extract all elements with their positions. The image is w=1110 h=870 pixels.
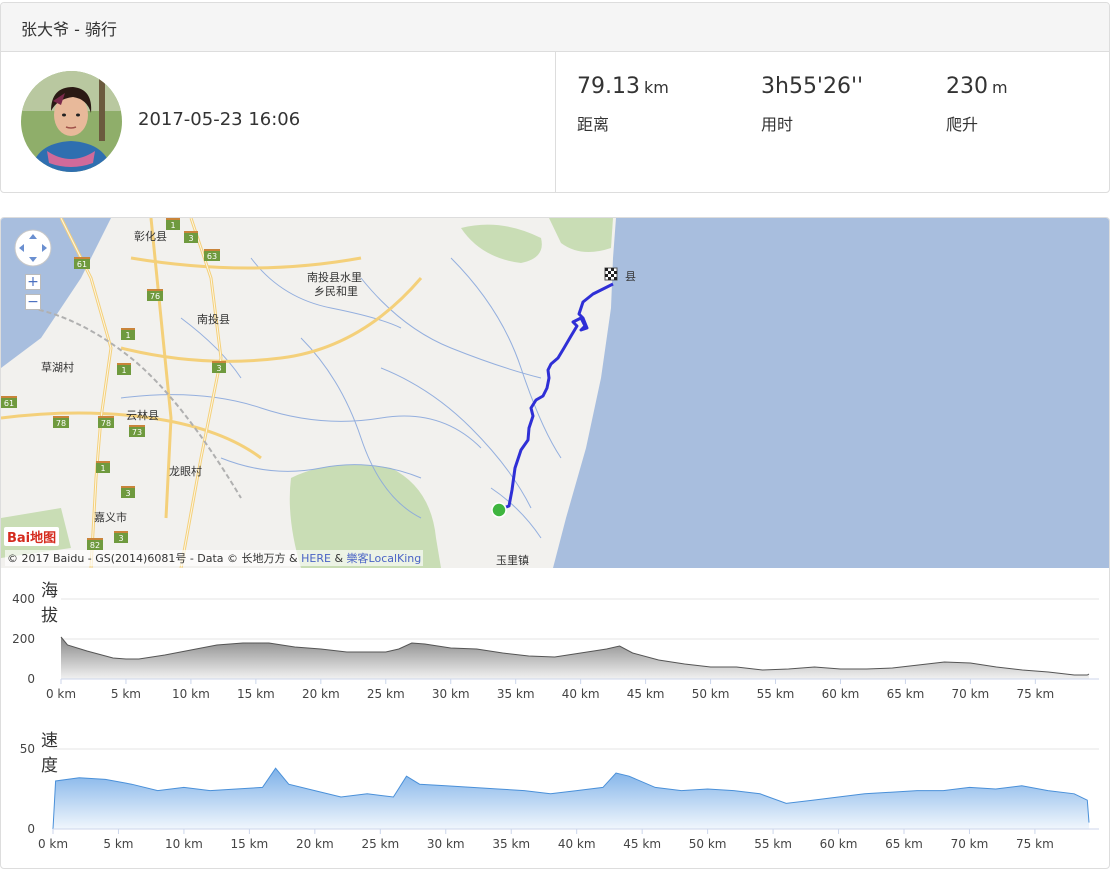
map-label: 嘉义市 bbox=[94, 511, 127, 524]
avatar[interactable] bbox=[21, 71, 122, 172]
map-label: 县 bbox=[625, 270, 636, 283]
map-label: 乡民和里 bbox=[314, 285, 358, 298]
map-label: 草湖村 bbox=[41, 361, 74, 374]
x-tick-label: 20 km bbox=[302, 687, 340, 701]
x-tick-label: 55 km bbox=[757, 687, 795, 701]
stat-climb-label: 爬升 bbox=[946, 115, 979, 134]
x-tick-label: 35 km bbox=[492, 837, 530, 851]
stat-distance-label: 距离 bbox=[577, 115, 610, 134]
road-shield: 61 bbox=[74, 257, 90, 269]
map-label: 彰化县 bbox=[134, 230, 167, 243]
road-shield: 1 bbox=[117, 363, 131, 375]
zoom-out-button[interactable]: − bbox=[25, 294, 41, 310]
y-tick-label: 50 bbox=[20, 742, 35, 756]
attribution-amp: & bbox=[334, 552, 344, 565]
map-label: 玉里镇 bbox=[496, 554, 529, 567]
stat-distance: 79.13 km 距离 bbox=[577, 74, 669, 135]
y-tick-label: 200 bbox=[12, 632, 35, 646]
road-shield: 3 bbox=[114, 531, 128, 543]
stat-duration-value: 3h55'26'' bbox=[761, 74, 864, 99]
baidu-logo: Bai地图 bbox=[4, 527, 60, 546]
road-shield: 1 bbox=[166, 218, 180, 230]
map-label: 云林县 bbox=[126, 409, 159, 422]
activity-datetime: 2017-05-23 16:06 bbox=[138, 109, 301, 130]
here-link[interactable]: HERE bbox=[301, 552, 331, 565]
route-map[interactable]: 彰化县 南投县水里 乡民和里 南投县 草湖村 云林县 龙眼村 嘉义市 玉里镇 县… bbox=[1, 218, 1109, 568]
x-tick-label: 70 km bbox=[951, 837, 989, 851]
road-shield: 1 bbox=[96, 461, 110, 473]
localking-link[interactable]: 樂客LocalKing bbox=[347, 552, 422, 565]
activity-title: 张大爷 - 骑行 bbox=[1, 3, 1109, 52]
road-shield: 3 bbox=[121, 486, 135, 498]
x-tick-label: 20 km bbox=[296, 837, 334, 851]
map-canvas bbox=[1, 218, 1109, 568]
x-tick-label: 50 km bbox=[689, 837, 727, 851]
map-label: 龙眼村 bbox=[169, 465, 202, 478]
x-tick-label: 55 km bbox=[754, 837, 792, 851]
x-tick-label: 10 km bbox=[165, 837, 203, 851]
y-tick-label: 0 bbox=[27, 672, 35, 686]
road-shield: 78 bbox=[53, 416, 69, 428]
route-panel: 彰化县 南投县水里 乡民和里 南投县 草湖村 云林县 龙眼村 嘉义市 玉里镇 县… bbox=[0, 217, 1110, 869]
speed-chart-svg: 0 50 0 km 5 km 10 km 15 km 20 km 25 km 30 km 35 k… bbox=[20, 742, 1099, 851]
x-tick-label: 45 km bbox=[623, 837, 661, 851]
x-tick-label: 75 km bbox=[1016, 837, 1054, 851]
elevation-chart-svg: 0 200 400 0 km 5 km 10 km 15 km 20 km 25 km 30 km… bbox=[12, 592, 1099, 701]
avatar-image bbox=[21, 71, 122, 172]
x-tick-label: 40 km bbox=[562, 687, 600, 701]
x-tick-label: 60 km bbox=[822, 687, 860, 701]
x-tick-label: 75 km bbox=[1016, 687, 1054, 701]
stat-duration-label: 用时 bbox=[761, 115, 794, 134]
series-area bbox=[61, 637, 1089, 679]
x-tick-label: 25 km bbox=[367, 687, 405, 701]
x-tick-label: 30 km bbox=[432, 687, 470, 701]
stat-distance-value: 79.13 bbox=[577, 74, 640, 99]
x-tick-label: 0 km bbox=[46, 687, 76, 701]
road-shield: 76 bbox=[147, 289, 163, 301]
stat-duration: 3h55'26'' 用时 bbox=[761, 74, 867, 135]
x-tick-label: 5 km bbox=[111, 687, 141, 701]
x-tick-label: 35 km bbox=[497, 687, 535, 701]
x-tick-label: 70 km bbox=[952, 687, 990, 701]
series-area bbox=[53, 768, 1089, 829]
x-tick-label: 0 km bbox=[38, 837, 68, 851]
road-shield: 3 bbox=[212, 361, 226, 373]
road-shield: 61 bbox=[1, 396, 17, 408]
x-tick-label: 10 km bbox=[172, 687, 210, 701]
stat-distance-unit: km bbox=[643, 78, 669, 97]
x-tick-label: 25 km bbox=[361, 837, 399, 851]
x-tick-label: 65 km bbox=[885, 837, 923, 851]
x-tick-label: 45 km bbox=[627, 687, 665, 701]
stat-climb-value: 230 bbox=[946, 74, 988, 99]
y-tick-label: 0 bbox=[27, 822, 35, 836]
x-tick-label: 50 km bbox=[692, 687, 730, 701]
stat-climb: 230 m 爬升 bbox=[946, 74, 1008, 135]
road-shield: 78 bbox=[98, 416, 114, 428]
road-shield: 1 bbox=[121, 328, 135, 340]
y-tick-label: 400 bbox=[12, 592, 35, 606]
map-attribution: © 2017 Baidu - GS(2014)6081号 - Data © 长地… bbox=[5, 550, 424, 566]
map-label: 南投县 bbox=[197, 313, 230, 326]
x-tick-label: 65 km bbox=[887, 687, 925, 701]
road-shield: 82 bbox=[87, 538, 103, 550]
x-tick-label: 5 km bbox=[103, 837, 133, 851]
x-tick-label: 15 km bbox=[237, 687, 275, 701]
road-shield: 3 bbox=[184, 231, 198, 243]
zoom-in-button[interactable]: + bbox=[25, 274, 41, 290]
x-tick-label: 60 km bbox=[820, 837, 858, 851]
activity-summary-body: 2017-05-23 16:06 79.13 km 距离 3h55'26'' 用时… bbox=[1, 52, 1109, 192]
road-shield: 63 bbox=[204, 249, 220, 261]
x-tick-label: 30 km bbox=[427, 837, 465, 851]
road-shield: 73 bbox=[129, 425, 145, 437]
athlete-info: 2017-05-23 16:06 bbox=[1, 52, 556, 192]
x-tick-label: 40 km bbox=[558, 837, 596, 851]
map-pan-control[interactable] bbox=[14, 229, 52, 267]
stat-climb-unit: m bbox=[992, 78, 1008, 97]
attribution-text: © 2017 Baidu - GS(2014)6081号 - Data © 长地… bbox=[7, 552, 298, 565]
x-tick-label: 15 km bbox=[231, 837, 269, 851]
activity-summary-panel: 张大爷 - 骑行 2017-05-23 16:06 79.13 km 距离 3h… bbox=[0, 2, 1110, 193]
